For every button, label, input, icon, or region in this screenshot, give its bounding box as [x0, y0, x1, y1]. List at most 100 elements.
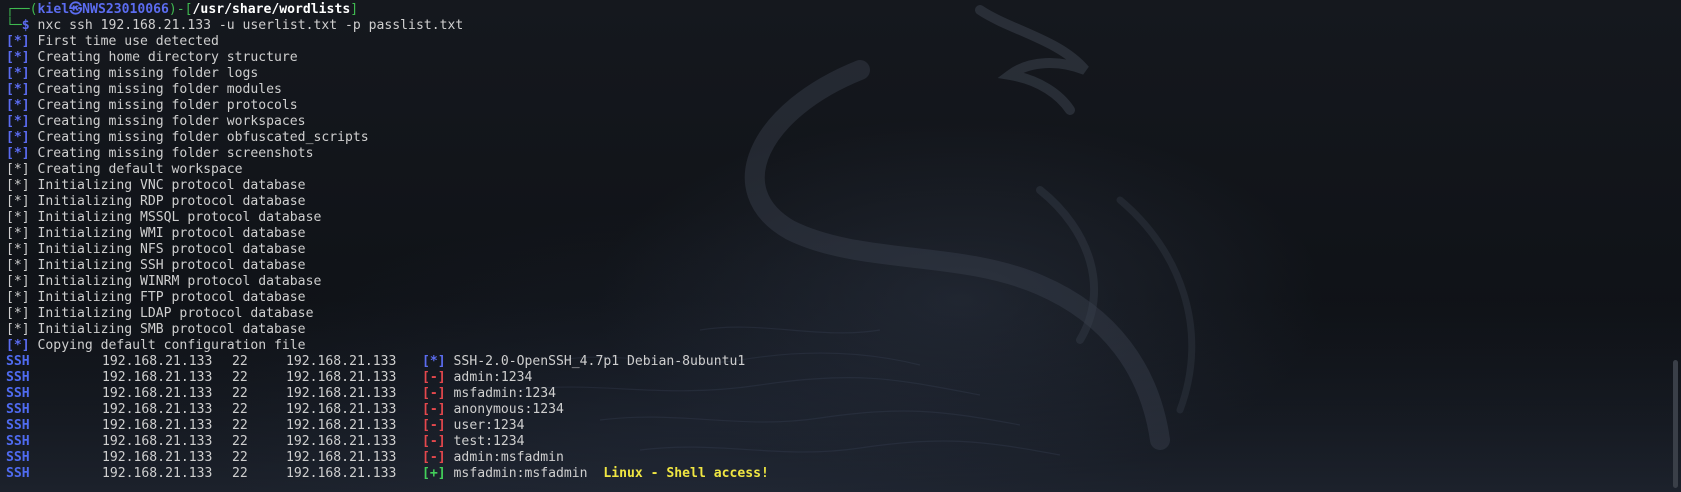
list-item-text: Initializing SSH protocol database: [29, 258, 306, 273]
protocol-label: SSH: [6, 450, 30, 465]
list-item-text: Initializing NFS protocol database: [29, 242, 306, 257]
status-marker: [*]: [6, 274, 30, 289]
shell-access-badge: Linux - Shell access!: [603, 466, 769, 481]
result-text: msfadmin:1234: [453, 386, 557, 401]
list-item: [*] Initializing LDAP protocol database: [6, 306, 1681, 322]
status-marker: [*]: [6, 322, 30, 337]
prompt-separator: )-[: [168, 2, 193, 17]
list-item: [*] Initializing FTP protocol database: [6, 290, 1681, 306]
list-item-text: First time use detected: [29, 34, 219, 49]
list-item-text: Initializing WINRM protocol database: [29, 274, 322, 289]
status-marker: [-]: [422, 370, 446, 385]
result-text: msfadmin:msfadmin: [453, 466, 588, 481]
list-item-text: Creating missing folder screenshots: [29, 146, 314, 161]
prompt-user-host: kiel㉿NWS23010066: [37, 2, 169, 17]
status-marker: [+]: [422, 466, 446, 481]
list-item: [*] Creating missing folder modules: [6, 82, 1681, 98]
prompt-path: /usr/share/wordlists: [192, 2, 351, 17]
list-item: [*] Creating missing folder logs: [6, 66, 1681, 82]
list-item: [*] Initializing NFS protocol database: [6, 242, 1681, 258]
list-item: [*] Initializing MSSQL protocol database: [6, 210, 1681, 226]
target-port: 22: [232, 418, 248, 433]
status-marker: [*]: [6, 82, 30, 97]
status-marker: [*]: [6, 50, 30, 65]
list-item: [*] Creating missing folder protocols: [6, 98, 1681, 114]
status-marker: [*]: [6, 226, 30, 241]
status-marker: [-]: [422, 450, 446, 465]
target-ip: 192.168.21.133: [102, 402, 213, 417]
status-marker: [-]: [422, 418, 446, 433]
list-item-text: Creating missing folder logs: [29, 66, 259, 81]
target-port: 22: [232, 466, 248, 481]
status-marker: [-]: [422, 434, 446, 449]
target-host: 192.168.21.133: [286, 434, 397, 449]
result-text: admin:1234: [453, 370, 533, 385]
target-port: 22: [232, 402, 248, 417]
prompt-bracket-close: ]: [350, 2, 359, 17]
list-item-text: Initializing SMB protocol database: [29, 322, 306, 337]
status-marker: [*]: [6, 338, 30, 353]
init-output: [*] First time use detected [*] Creating …: [6, 34, 1681, 354]
status-marker: [*]: [6, 66, 30, 81]
table-row: SSH 192.168.21.133 22 192.168.21.133 [-] tes…: [6, 434, 1681, 450]
target-port: 22: [232, 450, 248, 465]
list-item-text: Copying default configuration file: [29, 338, 306, 353]
protocol-label: SSH: [6, 402, 30, 417]
target-host: 192.168.21.133: [286, 354, 397, 369]
status-marker: [*]: [6, 178, 30, 193]
protocol-label: SSH: [6, 370, 30, 385]
status-marker: [*]: [6, 242, 30, 257]
list-item: [*] Initializing VNC protocol database: [6, 178, 1681, 194]
table-row: SSH 192.168.21.133 22 192.168.21.133 [+] msf…: [6, 466, 1681, 482]
target-host: 192.168.21.133: [286, 466, 397, 481]
result-text: user:1234: [453, 418, 525, 433]
target-ip: 192.168.21.133: [102, 434, 213, 449]
status-marker: [*]: [6, 146, 30, 161]
list-item: [*] Initializing WMI protocol database: [6, 226, 1681, 242]
protocol-label: SSH: [6, 466, 30, 481]
status-marker: [*]: [6, 34, 30, 49]
result-text: SSH-2.0-OpenSSH_4.7p1 Debian-8ubuntu1: [453, 354, 746, 369]
list-item-text: Initializing VNC protocol database: [29, 178, 306, 193]
status-marker: [*]: [6, 290, 30, 305]
target-ip: 192.168.21.133: [102, 466, 213, 481]
target-ip: 192.168.21.133: [102, 418, 213, 433]
terminal-window[interactable]: ┌──(kiel㉿NWS23010066)-[/usr/share/wordli…: [0, 0, 1681, 492]
status-marker: [*]: [6, 306, 30, 321]
list-item-text: Creating missing folder protocols: [29, 98, 298, 113]
status-marker: [-]: [422, 386, 446, 401]
target-host: 192.168.21.133: [286, 386, 397, 401]
list-item: [*] Copying default configuration file: [6, 338, 1681, 354]
table-row: SSH 192.168.21.133 22 192.168.21.133 [*] SSH…: [6, 354, 1681, 370]
list-item-text: Creating missing folder obfuscated_scrip…: [29, 130, 369, 145]
protocol-label: SSH: [6, 434, 30, 449]
list-item: [*] Initializing WINRM protocol database: [6, 274, 1681, 290]
list-item-text: Initializing RDP protocol database: [29, 194, 306, 209]
list-item: [*] Creating default workspace: [6, 162, 1681, 178]
list-item: [*] Creating missing folder screenshots: [6, 146, 1681, 162]
protocol-label: SSH: [6, 418, 30, 433]
table-row: SSH 192.168.21.133 22 192.168.21.133 [-] use…: [6, 418, 1681, 434]
list-item-text: Initializing LDAP protocol database: [29, 306, 314, 321]
status-marker: [*]: [6, 114, 30, 129]
list-item: [*] First time use detected: [6, 34, 1681, 50]
command-line[interactable]: └─$ nxc ssh 192.168.21.133 -u userlist.t…: [6, 18, 1681, 34]
status-marker: [*]: [6, 162, 30, 177]
status-marker: [*]: [6, 194, 30, 209]
prompt-dollar: $: [21, 18, 30, 33]
protocol-label: SSH: [6, 354, 30, 369]
protocol-label: SSH: [6, 386, 30, 401]
result-text: test:1234: [453, 434, 525, 449]
target-ip: 192.168.21.133: [102, 450, 213, 465]
status-marker: [-]: [422, 402, 446, 417]
list-item: [*] Initializing RDP protocol database: [6, 194, 1681, 210]
list-item-text: Initializing WMI protocol database: [29, 226, 306, 241]
target-ip: 192.168.21.133: [102, 354, 213, 369]
list-item: [*] Creating home directory structure: [6, 50, 1681, 66]
target-ip: 192.168.21.133: [102, 386, 213, 401]
scrollbar[interactable]: [1673, 360, 1678, 488]
table-row: SSH 192.168.21.133 22 192.168.21.133 [-] adm…: [6, 450, 1681, 466]
table-row: SSH 192.168.21.133 22 192.168.21.133 [-] msf…: [6, 386, 1681, 402]
list-item-text: Creating missing folder modules: [29, 82, 282, 97]
target-port: 22: [232, 386, 248, 401]
